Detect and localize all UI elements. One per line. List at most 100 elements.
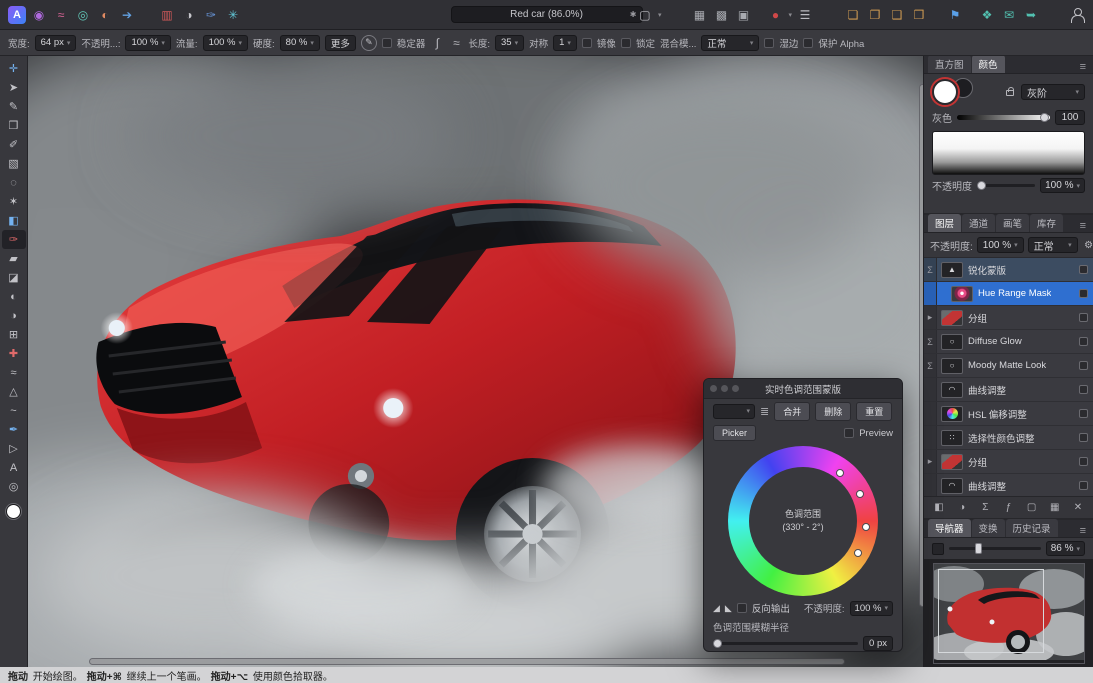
- insert-target-dropdown-icon[interactable]: ▾: [658, 11, 662, 19]
- layer-visibility-checkbox[interactable]: [1079, 337, 1088, 346]
- zoom-slider[interactable]: [949, 547, 1041, 550]
- gradient-tool[interactable]: ◧: [2, 211, 26, 230]
- horizontal-scrollbar[interactable]: [32, 658, 911, 665]
- layers-tab-brushes[interactable]: 画笔: [996, 214, 1029, 232]
- blend-options-gear-icon[interactable]: ⚙: [1082, 236, 1093, 254]
- zoom-level-field[interactable]: 86 %▾: [1046, 541, 1085, 556]
- gray-slider[interactable]: [957, 115, 1050, 120]
- hardness-field[interactable]: 80 %▾: [280, 35, 320, 51]
- auto-colour-icon[interactable]: ✑: [201, 6, 221, 24]
- preset-select[interactable]: ▾: [713, 404, 755, 419]
- share-icon[interactable]: ➥: [1021, 6, 1041, 24]
- crop-tool[interactable]: ❒: [2, 116, 26, 135]
- grayscale-gradient-field[interactable]: [932, 131, 1085, 175]
- snapshot-icon-3[interactable]: ❑: [887, 6, 907, 24]
- navigator-tab-transform[interactable]: 变换: [972, 519, 1005, 537]
- mask-layer-icon[interactable]: ▢: [1025, 502, 1039, 513]
- mail-icon[interactable]: ✉: [999, 6, 1019, 24]
- snapping-options-icon[interactable]: ▣: [733, 6, 753, 24]
- view-tool[interactable]: ✛: [2, 59, 26, 78]
- layer-opacity-field[interactable]: 100 %▾: [977, 237, 1024, 253]
- navigator-tab-history[interactable]: 历史记录: [1006, 519, 1058, 537]
- layer-row-diffuse-glow[interactable]: Σ○Diffuse Glow: [924, 330, 1093, 354]
- picker-button[interactable]: Picker: [713, 425, 756, 441]
- primary-color-swatch[interactable]: [932, 79, 958, 105]
- protect-alpha-checkbox[interactable]: [803, 38, 813, 48]
- auto-white-balance-icon[interactable]: ✳: [223, 6, 243, 24]
- layer-row-hue-range-mask[interactable]: Hue Range Mask: [924, 282, 1093, 306]
- blend-ranges-icon[interactable]: ◧: [932, 502, 946, 513]
- eraser-tool[interactable]: ◪: [2, 268, 26, 287]
- snapshot-icon-1[interactable]: ❏: [843, 6, 863, 24]
- layer-row-hsl-shift[interactable]: HSL 偏移调整: [924, 402, 1093, 426]
- auto-levels-icon[interactable]: ▥: [157, 6, 177, 24]
- adjustment-icon[interactable]: ◑: [955, 502, 969, 513]
- layer-row-curves-1[interactable]: ◠曲线调整: [924, 378, 1093, 402]
- flood-select-tool[interactable]: ✶: [2, 192, 26, 211]
- export-persona-icon[interactable]: ➔: [117, 6, 137, 24]
- gray-value-field[interactable]: 100: [1055, 110, 1085, 125]
- layer-visibility-checkbox[interactable]: [1079, 433, 1088, 442]
- layer-row-moody-matte-look[interactable]: Σ○Moody Matte Look: [924, 354, 1093, 378]
- symmetry-field[interactable]: 1▾: [553, 35, 577, 51]
- text-tool[interactable]: A: [2, 458, 26, 477]
- snapping-presets-icon[interactable]: ▩: [711, 6, 731, 24]
- layer-visibility-checkbox[interactable]: [1079, 481, 1088, 490]
- navigator-view-rect[interactable]: [938, 569, 1044, 653]
- layers-tab-channels[interactable]: 通道: [962, 214, 995, 232]
- navigator-tab-navigator[interactable]: 导航器: [928, 519, 971, 537]
- layer-row-group-1[interactable]: ▸分组: [924, 306, 1093, 330]
- paint-brush-tool[interactable]: ✑: [2, 230, 26, 249]
- layer-row-group-2[interactable]: ▸分组: [924, 450, 1093, 474]
- color-lock-icon[interactable]: [1006, 90, 1014, 96]
- auto-contrast-icon[interactable]: ◑: [179, 6, 199, 24]
- develop-persona-icon[interactable]: ◎: [73, 6, 93, 24]
- layer-row-selective-colour[interactable]: ∷选择性颜色调整: [924, 426, 1093, 450]
- color-tab-colour[interactable]: 颜色: [972, 55, 1005, 73]
- layer-visibility-checkbox[interactable]: [1079, 385, 1088, 394]
- window-stabilizer-icon[interactable]: ≈: [449, 34, 463, 52]
- live-filter-icon[interactable]: Σ: [978, 502, 992, 513]
- snapshot-icon-4[interactable]: ❒: [909, 6, 929, 24]
- color-tab-histogram[interactable]: 直方图: [928, 55, 971, 73]
- layer-visibility-checkbox[interactable]: [1079, 313, 1088, 322]
- vertical-scrollbar[interactable]: [915, 60, 922, 655]
- zoom-tool[interactable]: ◎: [2, 477, 26, 496]
- delete-button[interactable]: 删除: [815, 402, 851, 421]
- more-button[interactable]: 更多: [325, 35, 356, 51]
- snapshot-icon-2[interactable]: ❐: [865, 6, 885, 24]
- radius-field[interactable]: 0 px: [863, 636, 893, 651]
- delete-layer-icon[interactable]: ✕: [1071, 502, 1085, 513]
- marquee-tool[interactable]: ▧: [2, 154, 26, 173]
- navigator-panel-menu-icon[interactable]: ≡: [1077, 525, 1089, 537]
- layer-visibility-checkbox[interactable]: [1079, 409, 1088, 418]
- photo-persona-icon[interactable]: ◉: [29, 6, 49, 24]
- snapping-grid-icon[interactable]: ▦: [689, 6, 709, 24]
- color-panel-menu-icon[interactable]: ≡: [1077, 61, 1089, 73]
- ramp-right-icon[interactable]: ◣: [725, 603, 732, 614]
- navigator-thumbnail[interactable]: [933, 563, 1085, 664]
- layer-row-curves-2[interactable]: ◠曲线调整: [924, 474, 1093, 496]
- preview-checkbox[interactable]: [844, 428, 854, 438]
- clone-tool[interactable]: ⊞: [2, 325, 26, 344]
- layer-blend-select[interactable]: 正常▾: [1028, 237, 1078, 253]
- pen-tool[interactable]: ✒: [2, 420, 26, 439]
- burn-tool[interactable]: ◑: [2, 306, 26, 325]
- mirror-checkbox[interactable]: [582, 38, 592, 48]
- length-field[interactable]: 35▾: [495, 35, 524, 51]
- stabilizer-checkbox[interactable]: [382, 38, 392, 48]
- hue-wheel[interactable]: 色调范围 (330° - 2°): [728, 446, 878, 596]
- smudge-tool[interactable]: ~: [2, 401, 26, 420]
- blur-tool[interactable]: ≈: [2, 363, 26, 382]
- current-color-swatch[interactable]: [6, 504, 21, 519]
- width-field[interactable]: 64 px▾: [35, 35, 77, 51]
- reset-button[interactable]: 重置: [856, 402, 892, 421]
- rope-stabilizer-icon[interactable]: ∫: [430, 34, 444, 52]
- layer-visibility-checkbox[interactable]: [1079, 265, 1088, 274]
- layer-visibility-checkbox[interactable]: [1079, 457, 1088, 466]
- layers-tab-stock[interactable]: 库存: [1030, 214, 1063, 232]
- healing-tool[interactable]: ✚: [2, 344, 26, 363]
- flow-field[interactable]: 100 %▾: [203, 35, 248, 51]
- radius-slider[interactable]: [713, 642, 858, 645]
- dialog-opacity-field[interactable]: 100 %▾: [850, 601, 893, 616]
